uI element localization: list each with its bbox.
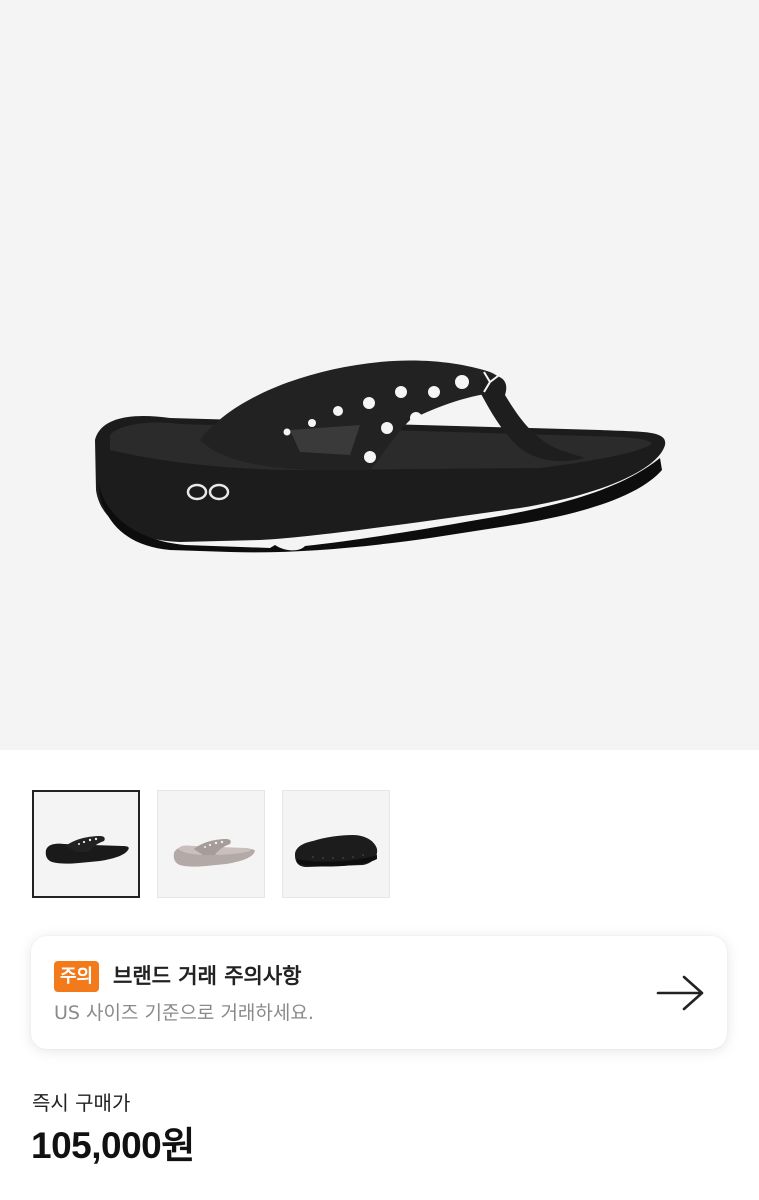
taupe-flip-flop-thumbnail-image <box>173 839 255 867</box>
product-main-image[interactable] <box>0 0 759 750</box>
thumbnail-taupe-flip-flop[interactable] <box>157 790 265 898</box>
thumbnail-black-flip-flop[interactable] <box>32 790 140 898</box>
black-flip-flop-thumbnail-image <box>45 836 129 864</box>
arrow-right-icon[interactable] <box>654 973 708 1013</box>
black-slide-thumbnail-image <box>295 835 378 867</box>
thumbnail-list <box>32 790 390 898</box>
notice-title: 브랜드 거래 주의사항 <box>113 964 302 988</box>
instant-buy-price-label: 즉시 구매가 <box>32 1091 131 1115</box>
brand-trade-notice-card[interactable]: 주의 브랜드 거래 주의사항 US 사이즈 기준으로 거래하세요. <box>31 936 727 1049</box>
caution-badge: 주의 <box>54 961 100 992</box>
black-flip-flop-sandal-image <box>95 360 666 553</box>
notice-subtitle: US 사이즈 기준으로 거래하세요. <box>54 1002 314 1024</box>
instant-buy-price-value: 105,000원 <box>31 1125 195 1166</box>
thumbnail-black-slide[interactable] <box>282 790 390 898</box>
